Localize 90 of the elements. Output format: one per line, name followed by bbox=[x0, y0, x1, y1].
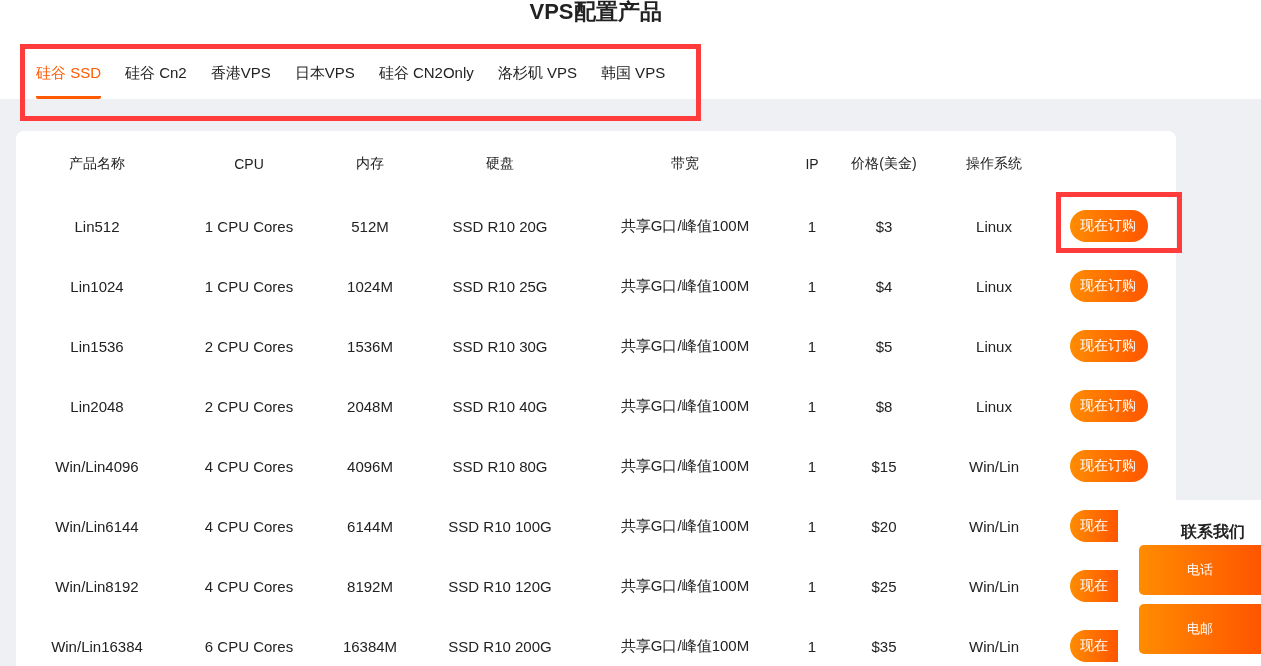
table-cell-text: Lin2048 bbox=[69, 396, 125, 417]
order-button[interactable]: 现在订购 bbox=[1070, 210, 1148, 242]
table-cell-text: $3 bbox=[874, 216, 894, 237]
table-cell-text: SSD R10 25G bbox=[451, 276, 549, 297]
contact-button[interactable]: 电话 bbox=[1139, 545, 1261, 595]
table-cell-text: 1536M bbox=[346, 336, 394, 357]
table-cell-text: 2 CPU Cores bbox=[203, 336, 295, 357]
table-cell-text: 512M bbox=[350, 216, 390, 237]
table-cell-text: 4096M bbox=[346, 456, 394, 477]
table-cell-text: SSD R10 20G bbox=[451, 216, 549, 237]
table-cell-text: Linux bbox=[975, 396, 1013, 417]
column-header: 价格(美金) bbox=[850, 153, 918, 173]
table-cell-text: $8 bbox=[874, 396, 894, 417]
table-cell-text: 4 CPU Cores bbox=[203, 516, 295, 537]
column-header: 内存 bbox=[355, 153, 385, 173]
table-cell-text: $4 bbox=[874, 276, 894, 297]
category-tab[interactable]: 硅谷 Cn2 bbox=[125, 44, 187, 99]
order-button[interactable]: 现在订购 bbox=[1070, 450, 1148, 482]
table-cell-text: 6 CPU Cores bbox=[203, 636, 295, 657]
table-cell-text: 8192M bbox=[346, 576, 394, 597]
table-cell-text: 共享G口/峰值100M bbox=[619, 275, 751, 296]
table-cell-text: 1 bbox=[806, 396, 818, 417]
table-cell-text: Lin512 bbox=[73, 216, 121, 237]
table-cell-text: Win/Lin bbox=[968, 636, 1020, 657]
table-cell-text: 1 bbox=[806, 456, 818, 477]
table-cell-text: Linux bbox=[975, 336, 1013, 357]
table-cell-text: $5 bbox=[874, 336, 894, 357]
table-cell-text: 共享G口/峰值100M bbox=[619, 635, 751, 656]
table-cell-text: 1 bbox=[806, 516, 818, 537]
table-cell-text: 4 CPU Cores bbox=[203, 456, 295, 477]
table-cell-text: Linux bbox=[975, 216, 1013, 237]
table-cell-text: 1 CPU Cores bbox=[203, 276, 295, 297]
contact-button[interactable]: 电邮 bbox=[1139, 604, 1261, 654]
table-cell-text: Linux bbox=[975, 276, 1013, 297]
table-cell-text: Win/Lin bbox=[968, 576, 1020, 597]
contact-title: 联系我们 bbox=[1180, 522, 1246, 542]
table-cell-text: 1 bbox=[806, 216, 818, 237]
table-cell-text: SSD R10 40G bbox=[451, 396, 549, 417]
table-cell-text: 1 CPU Cores bbox=[203, 216, 295, 237]
order-button[interactable]: 现在 bbox=[1070, 570, 1118, 602]
table-cell-text: Win/Lin6144 bbox=[54, 516, 140, 537]
order-button[interactable]: 现在 bbox=[1070, 630, 1118, 662]
table-cell-text: $20 bbox=[870, 516, 898, 537]
table-cell-text: 1 bbox=[806, 636, 818, 657]
table-cell-text: 1 bbox=[806, 576, 818, 597]
table-cell-text: Win/Lin8192 bbox=[54, 576, 140, 597]
column-header: CPU bbox=[233, 154, 265, 174]
category-tab[interactable]: 日本VPS bbox=[294, 44, 355, 99]
column-header: 硬盘 bbox=[485, 153, 515, 173]
table-cell-text: 共享G口/峰值100M bbox=[619, 395, 751, 416]
table-cell-text: $35 bbox=[870, 636, 898, 657]
table-cell-text: SSD R10 120G bbox=[447, 576, 553, 597]
table-cell-text: 16384M bbox=[341, 636, 399, 657]
table-cell-text: 1024M bbox=[346, 276, 394, 297]
order-button[interactable]: 现在 bbox=[1070, 510, 1118, 542]
table-cell-text: 共享G口/峰值100M bbox=[619, 575, 751, 596]
table-cell-text: 共享G口/峰值100M bbox=[619, 335, 751, 356]
table-cell-text: $15 bbox=[870, 456, 898, 477]
table-cell-text: 1 bbox=[806, 336, 818, 357]
column-header: 产品名称 bbox=[68, 153, 126, 173]
table-cell-text: Win/Lin16384 bbox=[50, 636, 144, 657]
table-cell-text: SSD R10 80G bbox=[451, 456, 549, 477]
column-header: 带宽 bbox=[670, 153, 700, 173]
category-tab[interactable]: 洛杉矶 VPS bbox=[497, 44, 577, 99]
page-title: VPS配置产品 bbox=[529, 0, 662, 24]
table-cell-text: SSD R10 100G bbox=[447, 516, 553, 537]
column-header: IP bbox=[804, 154, 820, 174]
order-button[interactable]: 现在订购 bbox=[1070, 330, 1148, 362]
category-tab[interactable]: 香港VPS bbox=[210, 44, 271, 99]
table-cell-text: 2048M bbox=[346, 396, 394, 417]
table-cell-text: $25 bbox=[870, 576, 898, 597]
column-header: 操作系统 bbox=[965, 153, 1023, 173]
table-cell-text: 2 CPU Cores bbox=[203, 396, 295, 417]
order-button[interactable]: 现在订购 bbox=[1070, 270, 1148, 302]
category-tab[interactable]: 硅谷 CN2Only bbox=[378, 44, 474, 99]
table-cell-text: 共享G口/峰值100M bbox=[619, 215, 751, 236]
category-tab[interactable]: 韩国 VPS bbox=[600, 44, 666, 99]
order-button[interactable]: 现在订购 bbox=[1070, 390, 1148, 422]
table-cell-text: Win/Lin bbox=[968, 456, 1020, 477]
table-cell-text: Win/Lin4096 bbox=[54, 456, 140, 477]
table-cell-text: 4 CPU Cores bbox=[203, 576, 295, 597]
table-cell-text: 1 bbox=[806, 276, 818, 297]
table-cell-text: Lin1536 bbox=[69, 336, 125, 357]
table-cell-text: 共享G口/峰值100M bbox=[619, 455, 751, 476]
table-cell-text: SSD R10 30G bbox=[451, 336, 549, 357]
table-cell-text: SSD R10 200G bbox=[447, 636, 553, 657]
table-cell-text: Lin1024 bbox=[69, 276, 125, 297]
table-cell-text: 6144M bbox=[346, 516, 394, 537]
table-cell-text: 共享G口/峰值100M bbox=[619, 515, 751, 536]
table-cell-text: Win/Lin bbox=[968, 516, 1020, 537]
